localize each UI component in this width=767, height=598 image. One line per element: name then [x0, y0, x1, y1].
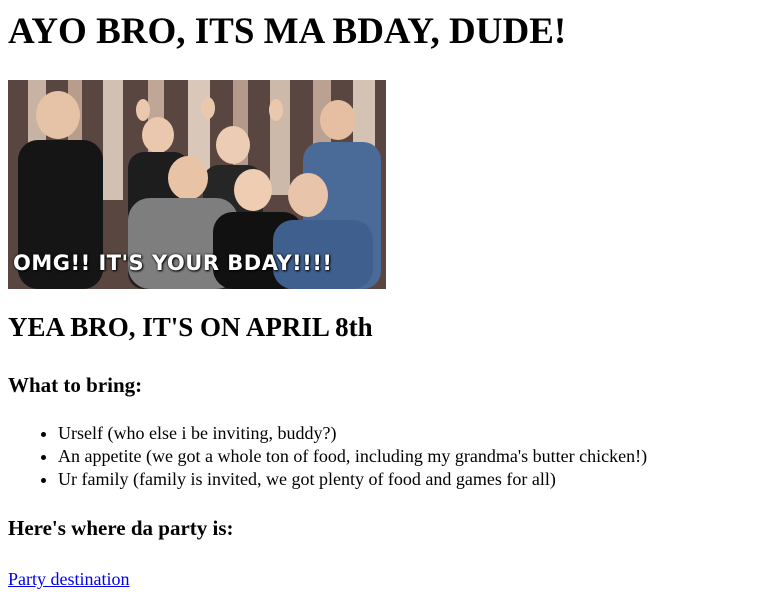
- list-item: An appetite (we got a whole ton of food,…: [58, 445, 759, 468]
- page: AYO BRO, ITS MA BDAY, DUDE! OMG!! IT'S Y…: [0, 0, 767, 590]
- party-destination-link[interactable]: Party destination: [8, 568, 129, 590]
- page-title: AYO BRO, ITS MA BDAY, DUDE!: [8, 11, 567, 52]
- list-item: Urself (who else i be inviting, buddy?): [58, 422, 759, 445]
- bring-list: Urself (who else i be inviting, buddy?) …: [8, 422, 759, 491]
- birthday-gif: OMG!! IT'S YOUR BDAY!!!!: [8, 80, 386, 289]
- list-item: Ur family (family is invited, we got ple…: [58, 468, 759, 491]
- bring-heading: What to bring:: [8, 373, 143, 397]
- date-heading: YEA BRO, IT'S ON APRIL 8th: [8, 312, 373, 342]
- location-heading: Here's where da party is:: [8, 516, 234, 540]
- gif-caption: OMG!! IT'S YOUR BDAY!!!!: [13, 251, 333, 275]
